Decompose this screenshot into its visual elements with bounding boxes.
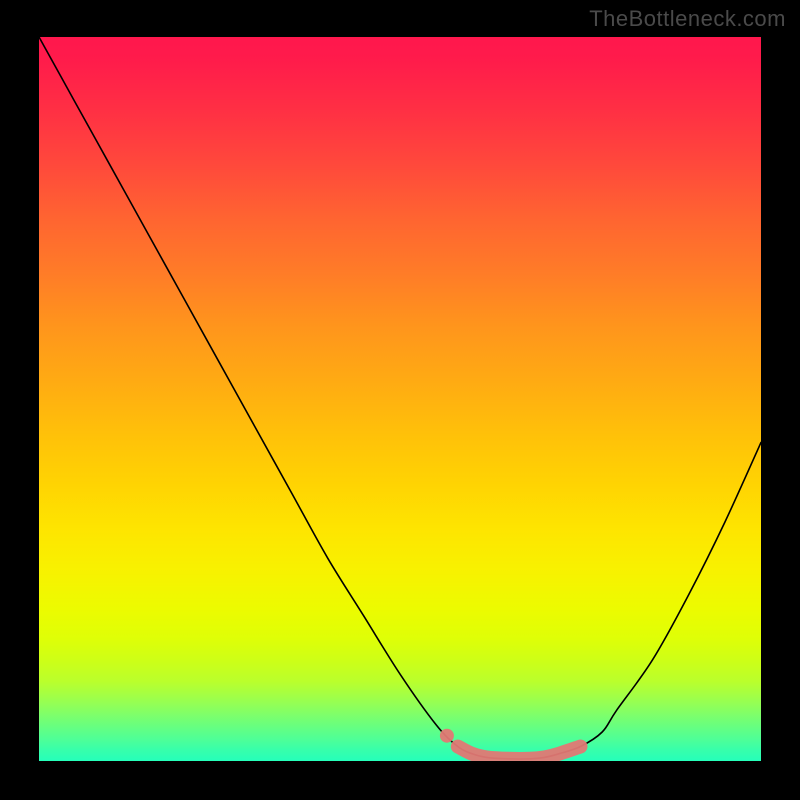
y-axis-tick <box>32 471 39 472</box>
x-axis-tick <box>616 761 617 768</box>
x-axis-tick <box>760 761 761 768</box>
y-axis-tick <box>32 616 39 617</box>
chart-plot-area <box>39 37 761 761</box>
y-axis-tick <box>32 760 39 761</box>
y-axis-tick <box>32 37 39 38</box>
x-axis-tick <box>328 761 329 768</box>
x-axis-tick <box>183 761 184 768</box>
y-axis-tick <box>32 326 39 327</box>
y-axis-tick <box>32 181 39 182</box>
watermark-label: TheBottleneck.com <box>589 6 786 32</box>
x-axis-tick <box>39 761 40 768</box>
x-axis-tick <box>471 761 472 768</box>
